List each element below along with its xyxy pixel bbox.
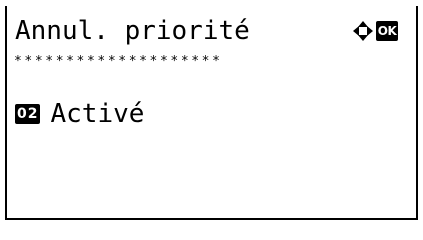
ok-key-icon: OK xyxy=(376,21,398,41)
item-number-badge: 02 xyxy=(15,104,41,124)
navigation-indicator: OK xyxy=(352,20,398,42)
list-item[interactable]: 02 Activé xyxy=(15,99,144,129)
page-title: Annul. priorité xyxy=(15,16,250,46)
lcd-panel: Annul. priorité OK ******************** … xyxy=(5,6,418,220)
list-item-label: Activé xyxy=(50,99,145,129)
divider: ******************** xyxy=(14,54,223,69)
four-way-arrow-icon xyxy=(353,21,373,41)
